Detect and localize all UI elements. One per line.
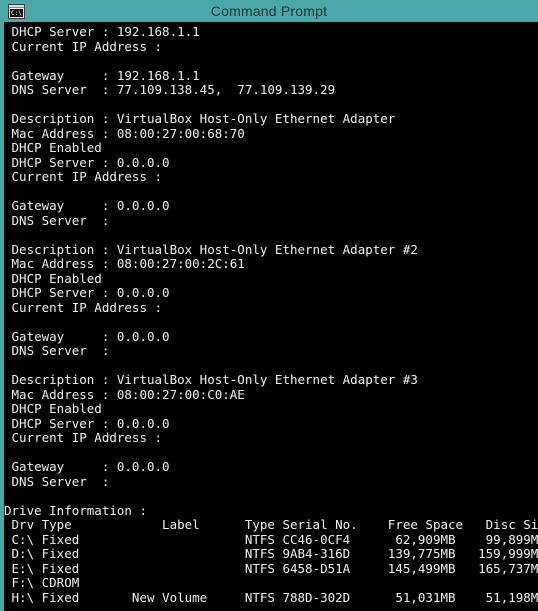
command-prompt-icon[interactable]: C:\. [8, 3, 25, 19]
console-line: Mac Address : 08:00:27:00:C0:AE [4, 386, 245, 402]
icon-screen-text: C:\. [10, 8, 23, 17]
console-line: Gateway : 0.0.0.0 [4, 328, 170, 344]
console-line: DHCP Server : 0.0.0.0 [4, 285, 170, 300]
console-line: DNS Server : [4, 473, 110, 489]
console-line: C:\ Fixed NTFS CC46-0CF4 62,909MB 99,899… [4, 531, 538, 547]
window-title: Command Prompt [210, 3, 328, 19]
console-line: DNS Server : 77.109.138.45, 77.109.139.2… [4, 82, 336, 97]
console-line: Gateway : 0.0.0.0 [4, 459, 170, 474]
command-prompt-window: C:\. Command Prompt DHCP Server : 192.16… [0, 0, 538, 611]
console-line: Gateway : 0.0.0.0 [4, 198, 170, 213]
console-line: DHCP Server : 192.168.1.1 [4, 24, 200, 39]
console-line: E:\ Fixed NTFS 6458-D51A 145,499MB 165,7… [4, 560, 538, 576]
console-line: Current IP Address : [4, 38, 163, 54]
console-line: DNS Server : [4, 212, 110, 228]
console-line: Current IP Address : [4, 169, 163, 184]
console-line: Description : VirtualBox Host-Only Ether… [4, 111, 396, 126]
console-line: DHCP Enabled [4, 140, 102, 155]
console-line: F:\ CDROM [4, 575, 80, 590]
console-line: Drive Information : [4, 502, 147, 518]
console-line: DHCP Server : 0.0.0.0 [4, 415, 170, 431]
window-titlebar[interactable]: C:\. Command Prompt [0, 0, 538, 22]
console-line: DHCP Enabled [4, 270, 102, 286]
console-line: Description : VirtualBox Host-Only Ether… [4, 241, 418, 257]
console-line: Drv Type Label Type Serial No. Free Spac… [4, 517, 538, 532]
console-line: Current IP Address : [4, 430, 163, 445]
console-line: DHCP Server : 0.0.0.0 [4, 154, 170, 170]
console-line: H:\ Fixed New Volume NTFS 788D-302D 51,0… [4, 589, 538, 605]
console-output[interactable]: DHCP Server : 192.168.1.1 Current IP Add… [4, 22, 538, 611]
console-line: D:\ Fixed NTFS 9AB4-316D 139,775MB 159,9… [4, 546, 538, 561]
console-line: Gateway : 192.168.1.1 [4, 67, 200, 83]
console-line: DHCP Enabled [4, 401, 102, 416]
icon-titlebar-stripe [9, 4, 24, 8]
console-line: DNS Server : [4, 343, 110, 358]
console-line: Description : VirtualBox Host-Only Ether… [4, 372, 418, 387]
console-area: DHCP Server : 192.168.1.1 Current IP Add… [0, 22, 538, 611]
console-line: Mac Address : 08:00:27:00:2C:61 [4, 256, 245, 271]
console-line: Mac Address : 08:00:27:00:68:70 [4, 125, 245, 141]
console-line: Current IP Address : [4, 299, 163, 315]
